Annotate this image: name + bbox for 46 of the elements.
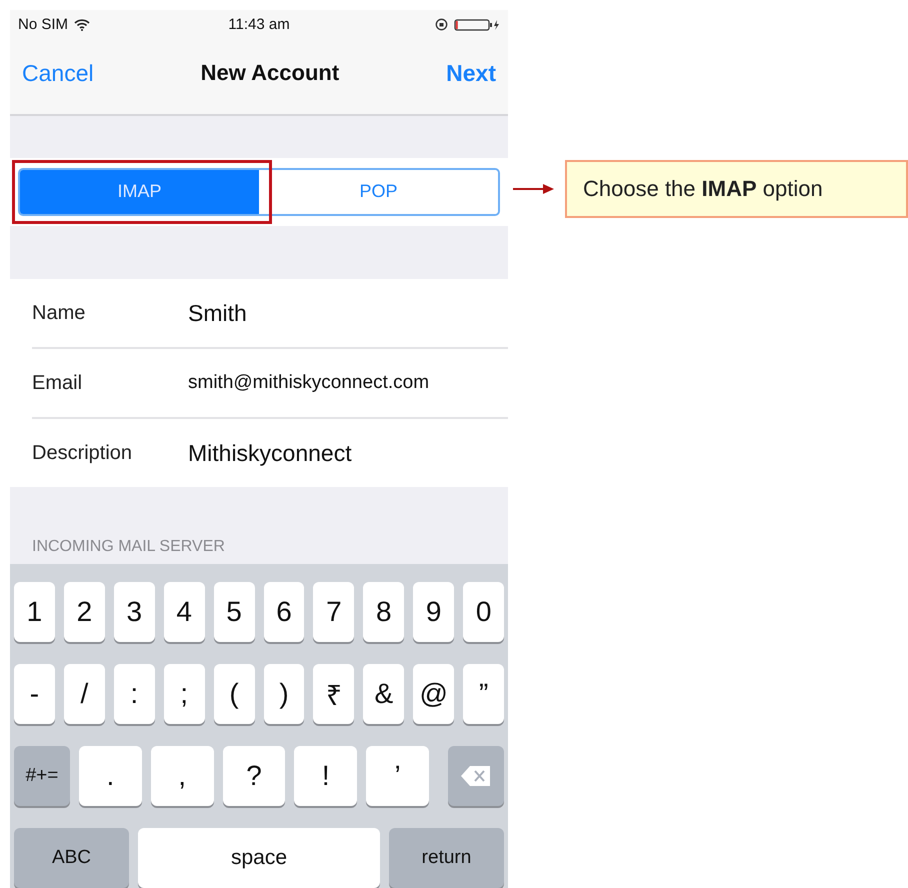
input-field[interactable]: Mithiskyconnect <box>188 440 352 467</box>
section-header: INCOMING MAIL SERVER <box>32 538 225 556</box>
backspace-icon <box>460 765 492 787</box>
keyboard-key[interactable]: / <box>64 664 105 724</box>
keyboard-key[interactable]: ; <box>164 664 205 724</box>
keyboard-key[interactable]: @ <box>413 664 454 724</box>
keyboard-key[interactable]: ” <box>463 664 504 724</box>
keyboard-key[interactable]: - <box>14 664 55 724</box>
delete-key[interactable] <box>448 746 504 806</box>
keyboard-key[interactable]: ! <box>294 746 358 806</box>
carrier-text: No SIM <box>18 16 68 34</box>
keyboard-key[interactable]: #+= <box>14 746 70 806</box>
clock-text: 11:43 am <box>228 16 290 34</box>
field-label: Email <box>32 372 84 395</box>
arrow-icon <box>513 184 555 194</box>
keyboard-key[interactable]: 4 <box>164 582 205 642</box>
keyboard-key[interactable]: ( <box>214 664 255 724</box>
keyboard-key[interactable]: & <box>363 664 404 724</box>
keyboard-key[interactable]: space <box>138 828 380 888</box>
keyboard-key[interactable]: , <box>150 746 214 806</box>
keyboard-key[interactable]: 8 <box>363 582 404 642</box>
keyboard-key[interactable]: . <box>79 746 142 806</box>
rotation-lock-icon <box>435 18 448 32</box>
keyboard-key[interactable]: 0 <box>463 582 504 642</box>
input-field[interactable]: Smith <box>188 300 247 327</box>
keyboard-key[interactable]: 2 <box>64 582 105 642</box>
wifi-icon <box>74 18 90 31</box>
keyboard-key[interactable]: ₹ <box>313 664 354 724</box>
keyboard-key[interactable]: ABC <box>14 828 129 888</box>
keyboard-key[interactable]: return <box>389 828 504 888</box>
screen-title: New Account <box>200 60 340 86</box>
field-label: Name <box>32 302 86 325</box>
keyboard-key[interactable]: 5 <box>214 582 255 642</box>
keyboard-key[interactable]: 1 <box>14 582 55 642</box>
input-field[interactable]: smith@mithiskyconnect.com <box>188 372 430 394</box>
keyboard-key[interactable]: ) <box>264 664 304 724</box>
field-label: Description <box>32 442 134 465</box>
keyboard-key[interactable]: 7 <box>313 582 354 642</box>
keyboard-key[interactable]: : <box>114 664 155 724</box>
keyboard-key[interactable]: ? <box>222 746 286 806</box>
keyboard-key[interactable]: ’ <box>366 746 429 806</box>
keyboard-key[interactable]: 3 <box>114 582 155 642</box>
callout-note: Choose the IMAP option <box>565 160 908 218</box>
battery-icon <box>454 18 500 31</box>
keyboard-key[interactable]: 9 <box>413 582 454 642</box>
keyboard-key[interactable]: 6 <box>264 582 304 642</box>
